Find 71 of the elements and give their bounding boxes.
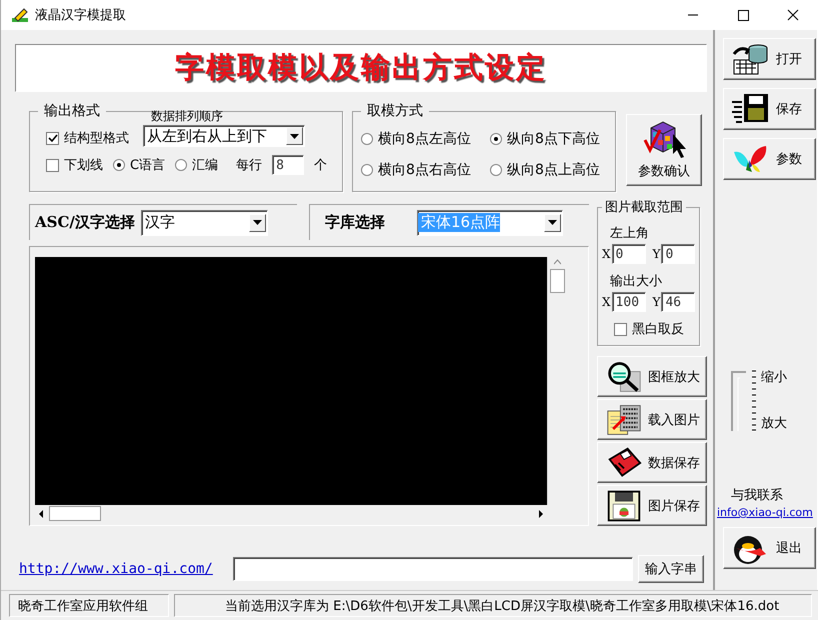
pencil-icon <box>11 7 29 23</box>
radio-button[interactable] <box>490 133 502 145</box>
image-button[interactable]: 数据保存 <box>597 442 707 483</box>
checkbox-label: 黑白取反 <box>632 321 684 338</box>
caret-icon <box>548 220 557 225</box>
website-link[interactable]: http://www.xiao-qi.com/ <box>19 561 213 577</box>
radio-label: 纵向8点上高位 <box>507 161 600 179</box>
email-link[interactable]: info@xiao-qi.com <box>717 506 816 519</box>
axis-label: Y <box>652 295 660 309</box>
checkbox[interactable] <box>46 132 59 144</box>
input-field[interactable]: 0 <box>612 244 646 264</box>
exit-button[interactable]: 退出 <box>723 527 816 569</box>
scale-ticks <box>751 368 757 432</box>
input-field[interactable]: 100 <box>612 292 646 312</box>
radio-button[interactable] <box>175 159 188 171</box>
field-label: 左上角 <box>610 225 650 242</box>
input-field[interactable]: 0 <box>661 244 696 264</box>
input-field[interactable]: 46 <box>661 292 696 312</box>
radio-label: 汇编 <box>192 157 218 174</box>
radio-button[interactable] <box>113 159 125 171</box>
zoom-label: 缩小 <box>761 369 787 386</box>
status-panel: 晓奇工作室应用软件组 <box>9 594 169 617</box>
scroll-thumb[interactable] <box>49 506 101 521</box>
field-label: 字库选择 <box>324 213 386 232</box>
floppy-icon <box>606 488 642 524</box>
floppy-icon <box>730 92 770 126</box>
radio-label: 横向8点右高位 <box>378 161 471 179</box>
database-icon <box>730 42 770 76</box>
radio-label: C语言 <box>130 157 166 174</box>
image-button[interactable]: 图片保存 <box>597 485 707 526</box>
char-type-dropdown[interactable]: 汉字 <box>140 210 268 236</box>
toolbar-button[interactable]: 打开 <box>723 38 816 80</box>
input-string-button[interactable]: 输入字串 <box>638 555 704 583</box>
caret-icon <box>252 220 262 225</box>
group-title: 输出格式 <box>43 102 101 120</box>
order-dropdown[interactable]: 从左到右从上到下 <box>143 125 305 147</box>
radio-label: 纵向8点下高位 <box>507 130 600 148</box>
group-title: 图片截取范围 <box>604 199 684 216</box>
confirm-button[interactable]: 参数确认 <box>626 114 702 186</box>
checkbox-label: 结构型格式 <box>64 130 129 147</box>
window-title: 液晶汉字模提取 <box>35 7 127 24</box>
scroll-thumb[interactable] <box>550 269 564 293</box>
caret-icon <box>290 134 299 138</box>
image-button[interactable]: 图框放大 <box>597 356 707 397</box>
field-label: 数据排列顺序 <box>151 108 224 125</box>
image-button[interactable]: 载入图片 <box>597 399 707 440</box>
group-title: 取模方式 <box>366 102 424 120</box>
checkbox[interactable] <box>614 322 627 336</box>
scroll-up-icon[interactable] <box>554 257 560 267</box>
axis-label: X <box>602 295 611 309</box>
checkbox[interactable] <box>46 158 59 172</box>
checkbox-label: 下划线 <box>64 157 103 174</box>
unit-label: 个 <box>314 157 328 174</box>
input-field[interactable]: 8 <box>272 155 304 175</box>
toolbar-button[interactable]: 参数 <box>723 138 816 180</box>
radio-button[interactable] <box>490 164 502 176</box>
axis-label: X <box>602 247 611 261</box>
text-input[interactable] <box>232 557 633 581</box>
banner-title: 字模取模以及输出方式设定 <box>175 49 547 86</box>
field-label: ASC/汉字选择 <box>34 213 136 232</box>
field-label: 输出大小 <box>610 273 663 290</box>
radio-label: 横向8点左高位 <box>378 130 471 148</box>
radio-button[interactable] <box>361 133 373 145</box>
axis-label: Y <box>652 247 660 261</box>
radio-button[interactable] <box>361 164 373 176</box>
toolbar-button[interactable]: 保存 <box>723 88 816 130</box>
cube-icon <box>641 120 687 160</box>
zoom-label: 放大 <box>761 415 787 432</box>
contact-label: 与我联系 <box>731 487 784 504</box>
status-panel: 当前选用汉字库为 E:\D6软件包\开发工具\黑白LCD屏汉字取模\晓奇工作室多用取模\宋体16.dot <box>174 594 812 617</box>
field-label: 每行 <box>236 157 262 174</box>
